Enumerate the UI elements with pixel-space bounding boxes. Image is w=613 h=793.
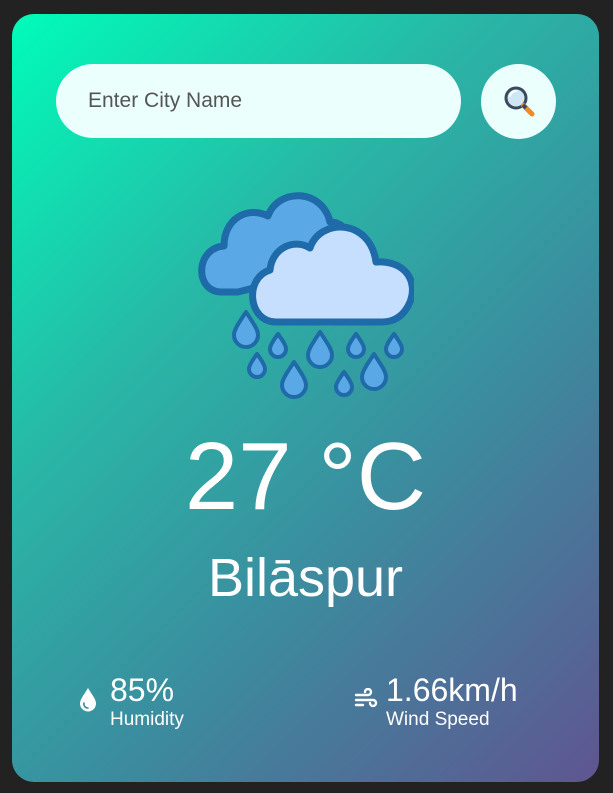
weather-card: 27 °C Bilāspur 85% Humidity 1.66km/h Win… <box>12 14 599 782</box>
humidity-label: Humidity <box>110 709 184 730</box>
wind-speed-label: Wind Speed <box>386 709 490 730</box>
search-button[interactable] <box>481 64 556 139</box>
wind-detail: 1.66km/h Wind Speed <box>354 672 518 731</box>
humidity-value: 85% <box>110 672 175 708</box>
wind-speed-value: 1.66km/h <box>386 672 518 708</box>
humidity-drop-icon <box>80 688 96 712</box>
search-icon <box>504 86 534 116</box>
temperature: 27 °C <box>184 423 427 530</box>
wind-icon <box>354 688 378 708</box>
city-search-input[interactable] <box>56 64 461 138</box>
rain-cloud-icon <box>198 192 414 399</box>
humidity-detail: 85% Humidity <box>78 672 184 731</box>
page-bottom-strip <box>0 783 613 793</box>
city-name: Bilāspur <box>207 548 404 608</box>
